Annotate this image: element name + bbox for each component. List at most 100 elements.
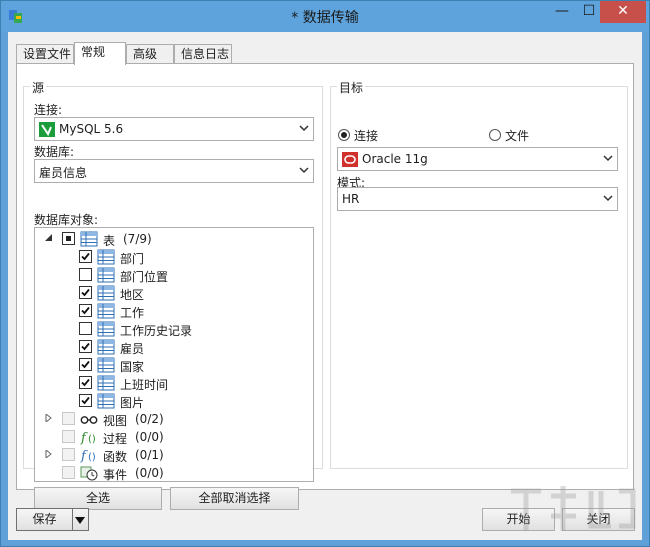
svg-text:(): () xyxy=(88,452,96,463)
event-clock-icon xyxy=(80,466,98,481)
tree-node-table[interactable]: 图片 xyxy=(35,392,305,410)
functions-checkbox[interactable] xyxy=(62,448,75,461)
source-database-select[interactable]: 雇员信息 xyxy=(34,159,314,183)
save-split-button[interactable]: 保存 xyxy=(16,508,89,531)
oracle-icon xyxy=(342,152,358,167)
table-label: 部门位置 xyxy=(120,270,169,284)
deselect-all-button[interactable]: 全部取消选择 xyxy=(170,487,299,510)
table-icon xyxy=(97,249,115,265)
target-connection-select[interactable]: Oracle 11g xyxy=(337,147,618,171)
procedures-checkbox[interactable] xyxy=(62,430,75,443)
source-group-label: 源 xyxy=(30,79,47,96)
table-label: 地区 xyxy=(120,288,145,302)
general-tab-page: 源 连接: MySQL 5.6 数据库: 雇员信息 数据库对象: 表 (7/9)… xyxy=(16,63,634,510)
checkmark-icon xyxy=(81,342,90,351)
dialog-client: 设置文件 常规 高级 信息日志 源 连接: MySQL 5.6 数据库: 雇员信… xyxy=(8,32,642,540)
target-file-radio-label[interactable]: 文件 xyxy=(505,127,529,144)
tree-node-table[interactable]: 部门 xyxy=(35,248,305,266)
tree-node-table[interactable]: 上班时间 xyxy=(35,374,305,392)
tab-log[interactable]: 信息日志 xyxy=(174,44,232,64)
views-count: (0/2) xyxy=(135,412,164,426)
checkmark-icon xyxy=(81,288,90,297)
views-label: 视图 xyxy=(103,414,128,428)
target-connection-radio[interactable] xyxy=(338,129,350,141)
title-bar: * 数据传输 — ☐ ✕ xyxy=(1,1,649,32)
table-checkbox[interactable] xyxy=(79,304,92,317)
glasses-icon xyxy=(80,416,98,424)
chevron-down-icon xyxy=(299,167,309,174)
expand-arrow-icon[interactable] xyxy=(45,414,53,422)
save-button[interactable]: 保存 xyxy=(17,509,72,530)
table-label: 图片 xyxy=(120,396,145,410)
database-object-tree[interactable]: 表 (7/9) 部门 部门位置 地区 工作 工作历史记录 雇员 国家 上班时间 … xyxy=(34,227,314,482)
table-checkbox[interactable] xyxy=(79,340,92,353)
table-checkbox[interactable] xyxy=(79,286,92,299)
table-icon xyxy=(97,285,115,301)
table-checkbox[interactable] xyxy=(79,394,92,407)
dropdown-arrow-icon[interactable] xyxy=(74,515,86,525)
table-checkbox[interactable] xyxy=(79,268,92,281)
table-checkbox[interactable] xyxy=(79,376,92,389)
views-checkbox[interactable] xyxy=(62,412,75,425)
tables-checkbox-partial[interactable] xyxy=(62,232,75,245)
table-icon xyxy=(80,231,98,247)
table-icon xyxy=(97,339,115,355)
chevron-down-icon xyxy=(603,195,613,202)
checkmark-icon xyxy=(81,306,90,315)
tree-node-table[interactable]: 雇员 xyxy=(35,338,305,356)
target-group-label: 目标 xyxy=(337,79,366,96)
tree-node-table[interactable]: 工作历史记录 xyxy=(35,320,305,338)
target-connection-radio-label[interactable]: 连接 xyxy=(354,127,378,144)
tree-node-tables[interactable]: 表 (7/9) xyxy=(45,230,305,248)
tree-node-events[interactable]: 事件 (0/0) xyxy=(45,464,305,481)
target-file-radio[interactable] xyxy=(489,129,501,141)
checkmark-icon xyxy=(81,378,90,387)
source-connection-select[interactable]: MySQL 5.6 xyxy=(34,117,314,141)
table-label: 部门 xyxy=(120,252,145,266)
select-all-button[interactable]: 全选 xyxy=(34,487,162,510)
tree-node-table[interactable]: 工作 xyxy=(35,302,305,320)
tree-node-table[interactable]: 部门位置 xyxy=(35,266,305,284)
minimize-button[interactable]: — xyxy=(547,1,577,23)
procedures-count: (0/0) xyxy=(135,430,164,444)
tab-profile[interactable]: 设置文件 xyxy=(16,44,74,64)
target-schema-select[interactable]: HR xyxy=(337,187,618,211)
target-connection-value: Oracle 11g xyxy=(362,152,428,166)
table-checkbox[interactable] xyxy=(79,322,92,335)
table-icon xyxy=(97,393,115,409)
target-schema-value: HR xyxy=(342,192,360,206)
svg-text:(): () xyxy=(88,434,96,445)
checkmark-icon xyxy=(81,360,90,369)
checkmark-icon xyxy=(81,396,90,405)
collapse-arrow-icon[interactable] xyxy=(45,234,53,242)
split-divider xyxy=(72,509,73,530)
procedures-label: 过程 xyxy=(103,432,128,446)
table-label: 工作历史记录 xyxy=(120,324,193,338)
watermark-logo xyxy=(511,486,636,531)
table-label: 工作 xyxy=(120,306,145,320)
tab-general[interactable]: 常规 xyxy=(74,42,126,65)
checkmark-icon xyxy=(81,252,90,261)
procedure-icon: f() xyxy=(80,431,96,445)
table-checkbox[interactable] xyxy=(79,250,92,263)
chevron-down-icon xyxy=(603,155,613,162)
table-icon xyxy=(97,375,115,391)
expand-arrow-icon[interactable] xyxy=(45,450,53,458)
function-icon: f() xyxy=(80,449,96,463)
tab-advanced[interactable]: 高级 xyxy=(126,44,174,64)
source-connection-label: 连接: xyxy=(34,103,63,117)
tree-node-table[interactable]: 国家 xyxy=(35,356,305,374)
table-label: 雇员 xyxy=(120,342,145,356)
table-label: 上班时间 xyxy=(120,378,169,392)
close-window-button[interactable]: ✕ xyxy=(600,1,646,23)
tree-node-table[interactable]: 地区 xyxy=(35,284,305,302)
table-checkbox[interactable] xyxy=(79,358,92,371)
table-icon xyxy=(97,357,115,373)
app-window: * 数据传输 — ☐ ✕ 设置文件 常规 高级 信息日志 源 连接: MySQL… xyxy=(0,0,650,547)
functions-count: (0/1) xyxy=(135,448,164,462)
tree-node-functions[interactable]: f() 函数 (0/1) xyxy=(45,446,305,464)
tree-node-procedures[interactable]: f() 过程 (0/0) xyxy=(45,428,305,446)
events-checkbox[interactable] xyxy=(62,466,75,479)
tree-node-views[interactable]: 视图 (0/2) xyxy=(45,410,305,428)
chevron-down-icon xyxy=(299,125,309,132)
